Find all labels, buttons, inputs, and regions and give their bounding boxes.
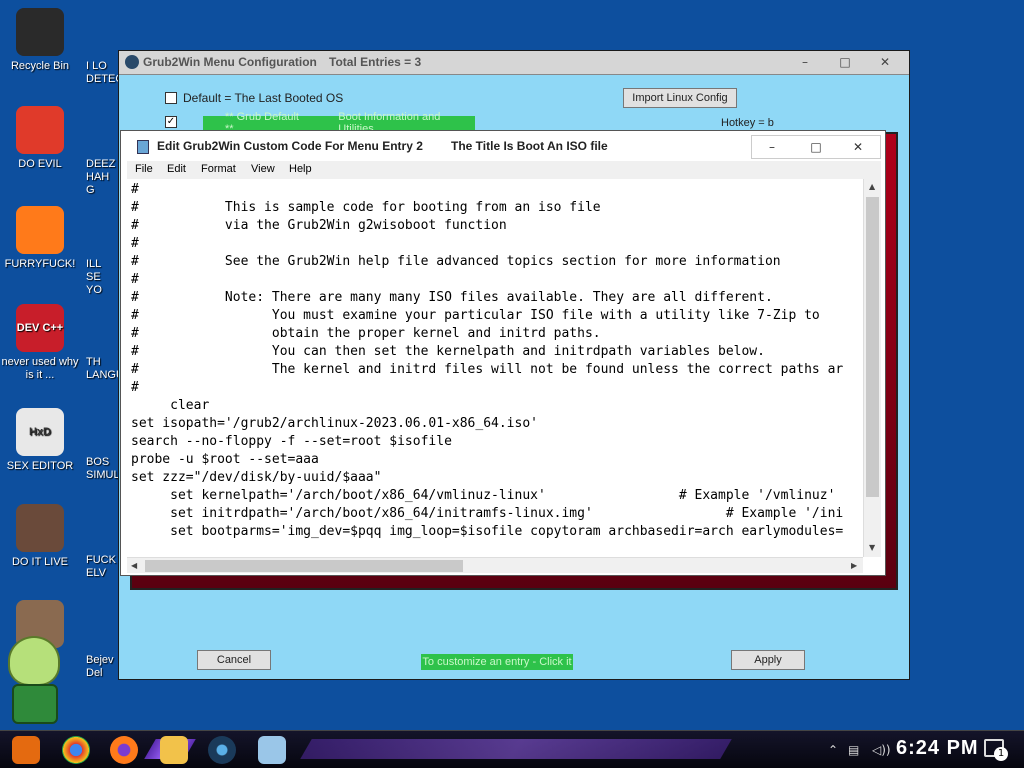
desktop-icon-image: DEV C++ — [16, 304, 64, 352]
editor-subtitle: The Title Is Boot An ISO file — [451, 139, 608, 153]
desktop-icon-image — [16, 504, 64, 552]
desktop-icon[interactable]: HxD SEX EDITOR — [0, 408, 80, 473]
hotkey-label: Hotkey = b — [721, 117, 774, 129]
menu-help[interactable]: Help — [289, 163, 312, 175]
vertical-scroll-thumb[interactable] — [866, 197, 879, 497]
desktop-icon-label-clipped[interactable]: Bejev Del — [86, 654, 118, 680]
show-hidden-icons-icon[interactable]: ⌃ — [828, 743, 838, 757]
desktop-icon-image — [16, 8, 64, 56]
grub2win-app-icon — [125, 55, 139, 69]
code-line: # This is sample code for booting from a… — [131, 200, 601, 215]
menu-file[interactable]: File — [135, 163, 153, 175]
character-avatar — [2, 632, 70, 728]
desktop-icon-image — [16, 106, 64, 154]
total-entries: Total Entries = 3 — [329, 55, 422, 69]
customize-hint: To customize an entry - Click it — [421, 654, 573, 670]
code-line: # You can then set the kernelpath and in… — [131, 344, 765, 359]
desktop-icon-label: Recycle Bin — [10, 60, 70, 72]
desktop-icon[interactable]: Recycle Bin — [0, 8, 80, 73]
file-explorer-icon[interactable] — [160, 736, 188, 764]
grub-default-row[interactable]: ** Grub Default ** Boot Information and … — [203, 111, 475, 135]
grub2win-maximize-button[interactable]: □ — [825, 51, 865, 73]
notepad-icon — [137, 140, 149, 154]
editor-titlebar: Edit Grub2Win Custom Code For Menu Entry… — [121, 131, 885, 161]
editor-close-button[interactable]: ✕ — [838, 136, 878, 158]
notification-count-badge: 1 — [994, 747, 1008, 761]
code-line: # — [131, 272, 139, 287]
desktop-icon-label: FURRYFUCK! — [4, 258, 76, 270]
scroll-left-arrow-icon[interactable]: ◀ — [131, 561, 137, 570]
menu-view[interactable]: View — [251, 163, 275, 175]
code-line: # via the Grub2Win g2wisoboot function — [131, 218, 507, 233]
horizontal-scrollbar[interactable]: ◀ ▶ — [127, 557, 863, 573]
notepad-taskbar-icon[interactable] — [258, 736, 286, 764]
firefox-icon[interactable] — [110, 736, 138, 764]
code-line: # The kernel and initrd files will not b… — [131, 362, 844, 377]
import-linux-config-button[interactable]: Import Linux Config — [623, 88, 737, 108]
vertical-scrollbar[interactable]: ▲ ▼ — [863, 179, 881, 557]
default-checkbox[interactable] — [165, 92, 177, 104]
code-line: # Note: There are many many ISO files av… — [131, 290, 773, 305]
code-line: search --no-floppy -f --set=root $isofil… — [131, 434, 452, 449]
desktop-icon-label: DO EVIL — [18, 158, 62, 170]
desktop-icon-label-clipped[interactable]: DEEZ HAH G — [86, 158, 118, 197]
grub2win-title: Grub2Win Menu Configuration — [143, 55, 317, 69]
code-line: # — [131, 236, 139, 251]
code-line: set zzz="/dev/disk/by-uuid/$aaa" — [131, 470, 382, 485]
desktop-icon[interactable]: DO IT LIVE — [0, 504, 80, 569]
menu-format[interactable]: Format — [201, 163, 236, 175]
desktop-icon[interactable]: DO EVIL — [0, 106, 80, 171]
code-line: # See the Grub2Win help file advanced to… — [131, 254, 781, 269]
clock[interactable]: 6:24 PM — [896, 737, 979, 760]
editor-window-controls: – □ ✕ — [751, 135, 881, 159]
code-line: set isopath='/grub2/archlinux-2023.06.01… — [131, 416, 538, 431]
chrome-icon[interactable] — [62, 736, 90, 764]
code-line: probe -u $root --set=aaa — [131, 452, 319, 467]
volume-icon[interactable]: ◁)) — [872, 743, 891, 757]
apply-button[interactable]: Apply — [731, 650, 805, 670]
code-line: clear — [131, 398, 210, 413]
editor-menubar: File Edit Format View Help — [127, 161, 881, 179]
desktop-icon-label-clipped[interactable]: ILL SE YO — [86, 258, 118, 297]
code-line: # — [131, 380, 139, 395]
desktop-icon-label: DO IT LIVE — [11, 556, 69, 568]
desktop-icon-label: never used why is it ... — [1, 356, 79, 381]
menu-edit[interactable]: Edit — [167, 163, 186, 175]
scroll-down-arrow-icon[interactable]: ▼ — [869, 543, 875, 552]
start-menu-icon[interactable] — [12, 736, 40, 764]
code-line: set bootparms='img_dev=$pqq img_loop=$is… — [131, 524, 844, 539]
default-checkbox-label: Default = The Last Booted OS — [183, 91, 344, 105]
scroll-right-arrow-icon[interactable]: ▶ — [851, 561, 857, 570]
custom-code-editor-window: Edit Grub2Win Custom Code For Menu Entry… — [120, 130, 886, 576]
taskbar: ⌃ ▤ ◁)) 6:24 PM 1 — [0, 730, 1024, 768]
desktop-icon[interactable]: FURRYFUCK! — [0, 206, 80, 271]
code-line: set initrdpath='/arch/boot/x86_64/initra… — [131, 506, 844, 521]
grub2win-close-button[interactable]: ✕ — [865, 51, 905, 73]
editor-minimize-button[interactable]: – — [752, 136, 792, 158]
grub2win-titlebar: Grub2Win Menu Configuration Total Entrie… — [119, 51, 909, 75]
scroll-up-arrow-icon[interactable]: ▲ — [869, 182, 875, 191]
editor-title: Edit Grub2Win Custom Code For Menu Entry… — [157, 139, 423, 153]
desktop-icon-image — [16, 206, 64, 254]
desktop-icon-label-clipped[interactable]: BOS SIMUL — [86, 456, 118, 482]
code-line: # You must examine your particular ISO f… — [131, 308, 820, 323]
code-text-area[interactable]: # # This is sample code for booting from … — [127, 179, 863, 555]
desktop-icon[interactable]: DEV C++ never used why is it ... — [0, 304, 80, 382]
taskbar-band — [300, 739, 732, 759]
desktop-icon-image: HxD — [16, 408, 64, 456]
code-line: set kernelpath='/arch/boot/x86_64/vmlinu… — [131, 488, 836, 503]
desktop-icon-label-clipped[interactable]: FUCK ELV — [86, 554, 118, 580]
entry-checkbox[interactable]: ✓ — [165, 116, 177, 128]
editor-maximize-button[interactable]: □ — [796, 136, 836, 158]
network-icon[interactable]: ▤ — [848, 743, 859, 757]
desktop-icon-label: SEX EDITOR — [6, 460, 74, 472]
horizontal-scroll-thumb[interactable] — [145, 560, 463, 572]
desktop-icon-label-clipped[interactable]: TH LANGU — [86, 356, 118, 382]
desktop-icon-label-clipped[interactable]: I LO DETEC — [86, 60, 118, 86]
cancel-button[interactable]: Cancel — [197, 650, 271, 670]
code-line: # obtain the proper kernel and initrd pa… — [131, 326, 601, 341]
grub2win-minimize-button[interactable]: – — [785, 51, 825, 73]
code-line: # — [131, 182, 139, 197]
grub2win-taskbar-icon[interactable] — [208, 736, 236, 764]
